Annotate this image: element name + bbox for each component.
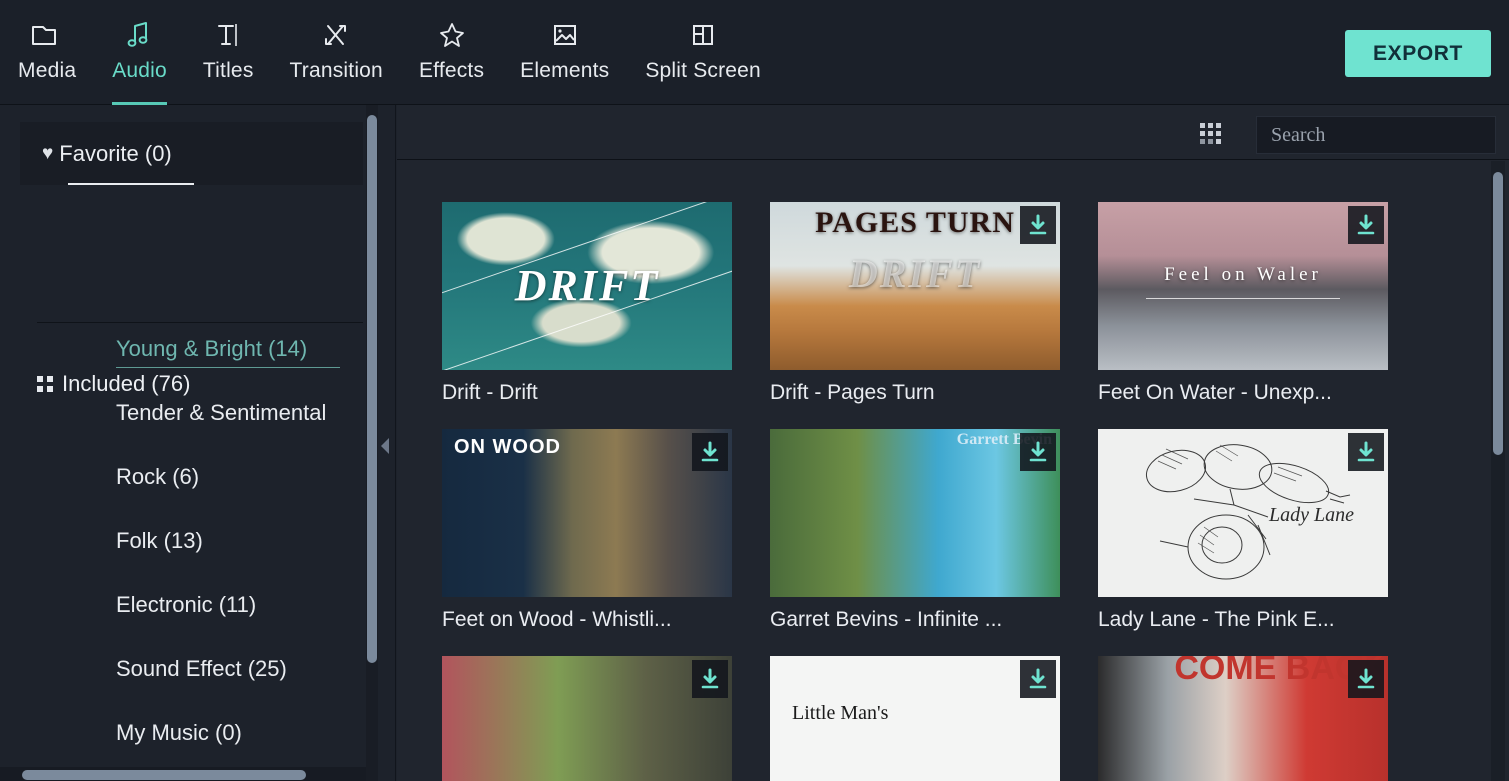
- export-button[interactable]: EXPORT: [1345, 30, 1491, 77]
- download-arrow-icon[interactable]: [692, 660, 728, 698]
- sidebar-item-included-label: Included (76): [62, 371, 190, 397]
- text-cursor-icon: [211, 18, 245, 52]
- audio-track-grid: DRIFT Drift - Drift DRIFT PAGES TURN: [397, 161, 1509, 781]
- download-arrow-icon[interactable]: [1020, 206, 1056, 244]
- sidebar-divider: [37, 322, 363, 323]
- track-thumbnail[interactable]: ON WOOD: [442, 429, 732, 597]
- grid-row: ON WOOD Feet on Wood - Whistli... Garret…: [442, 429, 1509, 656]
- list-item[interactable]: DRIFT PAGES TURN Drift - Pages Turn: [770, 202, 1098, 405]
- tab-effects-label: Effects: [419, 60, 484, 81]
- track-title: Drift - Drift: [442, 381, 770, 405]
- sidebar-item-favorite-label: Favorite (0): [59, 141, 171, 167]
- tab-elements-label: Elements: [520, 60, 609, 81]
- sidebar-item-young-bright[interactable]: Young & Bright (14): [116, 336, 307, 362]
- top-toolbar: Media Audio Titles: [0, 0, 1509, 105]
- sidebar-item-electronic[interactable]: Electronic (11): [116, 592, 256, 618]
- sidebar-item-young-bright-underline: [116, 367, 340, 368]
- list-item[interactable]: Little Man's: [770, 656, 1098, 781]
- music-note-icon: [123, 18, 157, 52]
- decor-line: [1146, 298, 1340, 299]
- download-arrow-icon[interactable]: [1348, 433, 1384, 471]
- split-screen-icon: [686, 18, 720, 52]
- library-header: [397, 105, 1509, 160]
- tab-titles[interactable]: Titles: [185, 0, 272, 105]
- album-art-label: DRIFT: [442, 260, 732, 311]
- sidebar-item-included[interactable]: Included (76): [37, 371, 190, 397]
- grid-row: DRIFT Drift - Drift DRIFT PAGES TURN: [442, 202, 1509, 429]
- tab-audio-label: Audio: [112, 60, 167, 81]
- download-arrow-icon[interactable]: [1020, 433, 1056, 471]
- sidebar-vertical-scrollbar-thumb[interactable]: [367, 115, 377, 663]
- tab-split-screen-label: Split Screen: [645, 60, 761, 81]
- tab-titles-label: Titles: [203, 60, 254, 81]
- album-art: [442, 656, 732, 781]
- sidebar-item-rock[interactable]: Rock (6): [116, 464, 199, 490]
- track-thumbnail[interactable]: Little Man's: [770, 656, 1060, 781]
- sidebar-item-favorite[interactable]: ♥ Favorite (0): [20, 122, 363, 185]
- image-icon: [548, 18, 582, 52]
- list-item[interactable]: COME BACK: [1098, 656, 1426, 781]
- album-art-label: PAGES TURN: [770, 206, 1060, 240]
- track-thumbnail[interactable]: COME BACK: [1098, 656, 1388, 781]
- list-item[interactable]: Lady Lane Lady Lane - The Pink E...: [1098, 429, 1426, 632]
- sparkle-star-icon: [435, 18, 469, 52]
- grid-row: Little Man's COME BACK: [442, 656, 1509, 781]
- track-thumbnail[interactable]: Garrett Bevin: [770, 429, 1060, 597]
- grid-view-icon[interactable]: [1200, 123, 1222, 145]
- list-item[interactable]: ON WOOD Feet on Wood - Whistli...: [442, 429, 770, 632]
- download-arrow-icon[interactable]: [1020, 660, 1056, 698]
- chevron-left-icon[interactable]: [379, 436, 392, 456]
- sidebar-item-tender-sentimental[interactable]: Tender & Sentimental: [116, 400, 326, 426]
- heart-icon: ♥: [42, 144, 53, 163]
- tab-split-screen[interactable]: Split Screen: [627, 0, 779, 105]
- library-scrollbar-thumb[interactable]: [1493, 172, 1503, 455]
- tab-elements[interactable]: Elements: [502, 0, 627, 105]
- transition-arrows-icon: [319, 18, 353, 52]
- track-title: Lady Lane - The Pink E...: [1098, 608, 1426, 632]
- sidebar-item-folk[interactable]: Folk (13): [116, 528, 203, 554]
- tab-media[interactable]: Media: [0, 0, 94, 105]
- grid-squares-icon: [37, 376, 53, 392]
- track-title: Garret Bevins - Infinite ...: [770, 608, 1098, 632]
- album-art: [1098, 202, 1388, 370]
- list-item[interactable]: Feel on Waler Feet On Water - Unexp...: [1098, 202, 1426, 405]
- search-box[interactable]: [1256, 116, 1496, 154]
- album-art-label: Little Man's: [792, 702, 888, 725]
- track-thumbnail[interactable]: Feel on Waler: [1098, 202, 1388, 370]
- favorite-active-underline: [68, 183, 194, 185]
- track-thumbnail[interactable]: [442, 656, 732, 781]
- list-item[interactable]: Garrett Bevin Garret Bevins - Infinite .…: [770, 429, 1098, 632]
- track-title: Drift - Pages Turn: [770, 381, 1098, 405]
- folder-icon: [30, 18, 64, 52]
- sidebar-item-my-music[interactable]: My Music (0): [116, 720, 242, 746]
- search-input[interactable]: [1257, 117, 1509, 153]
- track-thumbnail[interactable]: Lady Lane: [1098, 429, 1388, 597]
- tab-effects[interactable]: Effects: [401, 0, 502, 105]
- tab-transition-label: Transition: [290, 60, 383, 81]
- audio-category-sidebar: ♥ Favorite (0) Included (76) Young & Bri…: [0, 105, 396, 781]
- track-thumbnail[interactable]: DRIFT: [442, 202, 732, 370]
- album-art-label: Feel on Waler: [1098, 264, 1388, 286]
- album-art: [770, 429, 1060, 597]
- tab-audio[interactable]: Audio: [94, 0, 185, 105]
- download-arrow-icon[interactable]: [1348, 206, 1384, 244]
- sidebar-item-sound-effect[interactable]: Sound Effect (25): [116, 656, 287, 682]
- track-title: Feet on Wood - Whistli...: [442, 608, 770, 632]
- track-title: Feet On Water - Unexp...: [1098, 381, 1426, 405]
- album-art-ghost-label: DRIFT: [770, 250, 1060, 297]
- list-item[interactable]: DRIFT Drift - Drift: [442, 202, 770, 405]
- download-arrow-icon[interactable]: [1348, 660, 1384, 698]
- album-art-label: Lady Lane: [1269, 505, 1354, 526]
- list-item[interactable]: [442, 656, 770, 781]
- tab-media-label: Media: [18, 60, 76, 81]
- sidebar-horizontal-scrollbar-thumb[interactable]: [22, 770, 306, 780]
- album-art-label: ON WOOD: [454, 437, 561, 458]
- track-thumbnail[interactable]: DRIFT PAGES TURN: [770, 202, 1060, 370]
- toolbar-tab-list: Media Audio Titles: [0, 0, 779, 105]
- tab-transition[interactable]: Transition: [272, 0, 401, 105]
- download-arrow-icon[interactable]: [692, 433, 728, 471]
- audio-library-panel: DRIFT Drift - Drift DRIFT PAGES TURN: [397, 105, 1509, 781]
